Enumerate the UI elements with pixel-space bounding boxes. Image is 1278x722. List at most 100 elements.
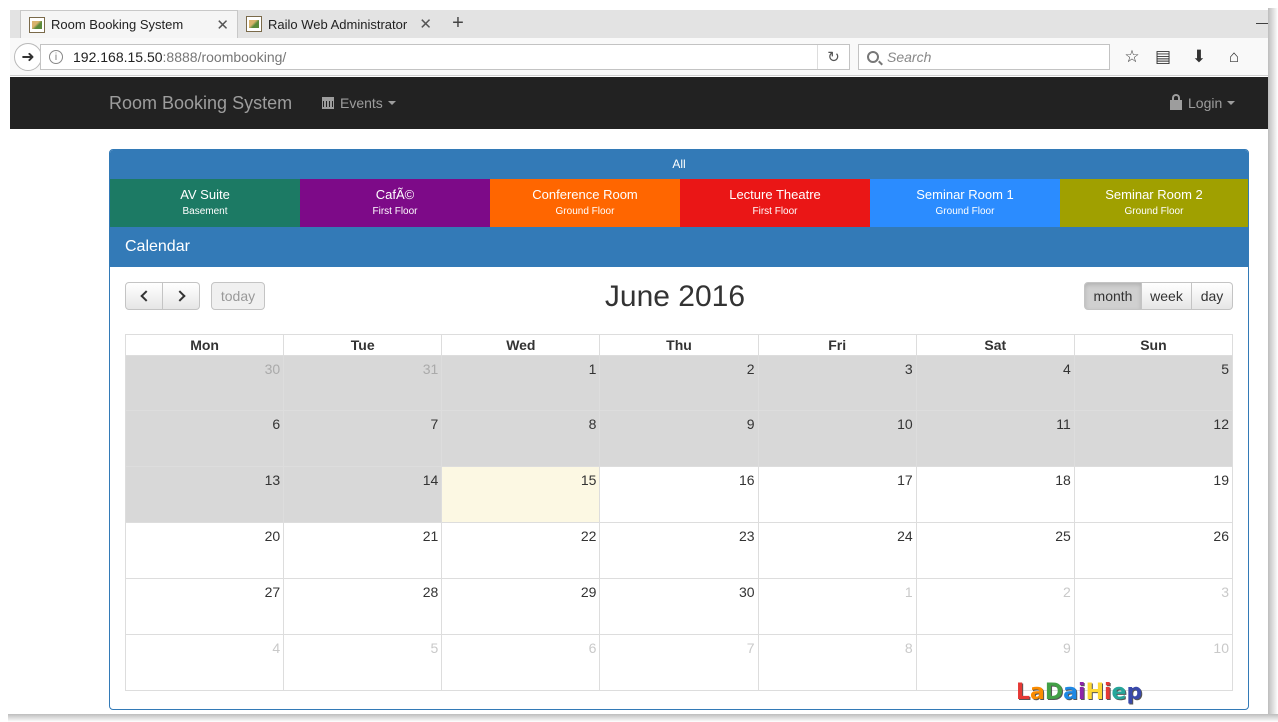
info-icon[interactable]: i: [49, 50, 63, 64]
day-cell[interactable]: 6: [126, 411, 285, 466]
day-of-week-label: Fri: [757, 335, 916, 355]
url-bar[interactable]: i 192.168.15.50:8888/roombooking/ ↻: [40, 44, 850, 70]
day-cell[interactable]: 14: [284, 467, 443, 522]
day-number: 16: [738, 472, 755, 488]
bookmark-star-icon[interactable]: ☆: [1122, 47, 1142, 67]
day-cell[interactable]: 2: [917, 579, 1075, 634]
day-number: 10: [1213, 640, 1229, 656]
week-row: 27 28 29 30 1 2 3: [125, 579, 1233, 635]
day-cell[interactable]: 18: [917, 467, 1075, 522]
watermark-letter: i: [1078, 680, 1086, 705]
watermark-letter: a: [1030, 680, 1045, 705]
day-cell[interactable]: 4: [916, 356, 1075, 410]
day-cell[interactable]: 16: [600, 467, 759, 522]
watermark-letter: p: [1126, 680, 1143, 705]
day-cell[interactable]: 17: [759, 467, 917, 522]
room-filter-item[interactable]: CafÃ© First Floor: [300, 179, 490, 227]
day-cell[interactable]: 12: [1074, 411, 1233, 466]
day-cell[interactable]: 29: [442, 579, 601, 634]
close-tab-icon[interactable]: ✕: [216, 16, 229, 34]
day-cell[interactable]: 30: [600, 579, 759, 634]
day-cell[interactable]: 3: [1075, 579, 1233, 634]
day-number: 10: [897, 416, 913, 432]
filter-all-rooms[interactable]: All: [110, 150, 1248, 179]
browser-toolbar: ➜ i 192.168.15.50:8888/roombooking/ ↻ Se…: [10, 38, 1268, 76]
day-number: 7: [746, 640, 755, 656]
day-cell[interactable]: 30: [126, 356, 285, 410]
room-floor: First Floor: [752, 206, 798, 217]
day-cell[interactable]: 4: [126, 635, 285, 690]
room-name: AV Suite: [180, 187, 230, 202]
day-cell[interactable]: 1: [759, 579, 917, 634]
day-cell[interactable]: 27: [126, 579, 285, 634]
day-cell[interactable]: 28: [284, 579, 443, 634]
room-filter-item[interactable]: Seminar Room 1 Ground Floor: [870, 179, 1060, 227]
day-cell[interactable]: 2: [600, 356, 759, 410]
day-number: 31: [422, 361, 439, 377]
view-day-button[interactable]: day: [1192, 282, 1233, 310]
day-cell[interactable]: 10: [758, 411, 917, 466]
day-cell[interactable]: 8: [759, 635, 917, 690]
day-cell[interactable]: 22: [442, 523, 601, 578]
login-label: Login: [1188, 95, 1223, 111]
week-row: 30 31 1 2 3 4 5: [125, 355, 1233, 411]
day-cell[interactable]: 13: [126, 467, 285, 522]
day-cell[interactable]: 5: [1074, 356, 1233, 410]
day-of-week-label: Thu: [599, 335, 757, 355]
day-cell[interactable]: 25: [917, 523, 1075, 578]
day-number: 4: [1063, 361, 1071, 377]
frame-shadow: [1268, 8, 1278, 722]
download-icon[interactable]: ⬇: [1189, 47, 1209, 67]
reading-list-icon[interactable]: ▤: [1153, 47, 1173, 67]
day-cell[interactable]: 3: [758, 356, 917, 410]
day-of-week-header: Mon Tue Wed Thu Fri Sat Sun: [125, 334, 1233, 355]
day-cell[interactable]: 11: [916, 411, 1075, 466]
room-filter-item[interactable]: Lecture Theatre First Floor: [680, 179, 870, 227]
day-cell[interactable]: 6: [442, 635, 601, 690]
day-number: 28: [422, 584, 439, 600]
day-cell[interactable]: 19: [1075, 467, 1233, 522]
navbar-brand[interactable]: Room Booking System: [109, 93, 292, 114]
day-cell[interactable]: 8: [442, 411, 601, 466]
day-cell[interactable]: 21: [284, 523, 443, 578]
browser-tab-room-booking[interactable]: Room Booking System ✕: [20, 10, 238, 38]
room-name: CafÃ©: [375, 187, 415, 202]
room-floor: Ground Floor: [935, 206, 995, 217]
view-week-button[interactable]: week: [1142, 282, 1192, 310]
close-tab-icon[interactable]: ✕: [419, 15, 432, 33]
day-cell[interactable]: 9: [600, 411, 759, 466]
room-filter-item[interactable]: Conference Room Ground Floor: [490, 179, 680, 227]
day-cell[interactable]: 1: [442, 356, 601, 410]
calendar-title: June 2016: [604, 280, 746, 313]
day-number: 20: [264, 528, 281, 544]
day-number: 17: [897, 472, 913, 488]
day-cell[interactable]: 7: [600, 635, 759, 690]
day-cell[interactable]: 31: [284, 356, 443, 410]
search-input[interactable]: Search: [858, 44, 1110, 70]
day-cell[interactable]: 20: [126, 523, 285, 578]
day-of-week-label: Sun: [1073, 335, 1232, 355]
panel-heading: Calendar: [110, 227, 1248, 267]
login-dropdown[interactable]: Login: [1170, 93, 1236, 111]
week-row: 13 14 15 16 17 18 19: [125, 467, 1233, 523]
day-cell[interactable]: 26: [1075, 523, 1233, 578]
view-month-button[interactable]: month: [1084, 282, 1142, 310]
day-cell-today[interactable]: 15: [442, 467, 601, 522]
day-cell[interactable]: 23: [600, 523, 759, 578]
search-placeholder: Search: [887, 49, 932, 65]
back-button[interactable]: ➜: [14, 43, 42, 71]
day-number: 3: [1221, 584, 1229, 600]
day-cell[interactable]: 24: [759, 523, 917, 578]
day-cell[interactable]: 7: [284, 411, 443, 466]
room-name: Conference Room: [532, 187, 638, 202]
browser-tab-railo[interactable]: Railo Web Administrator ✕: [238, 10, 440, 38]
new-tab-button[interactable]: +: [446, 12, 470, 35]
home-icon[interactable]: ⌂: [1224, 47, 1244, 67]
room-filter-item[interactable]: AV Suite Basement: [110, 179, 300, 227]
reload-icon[interactable]: ↻: [817, 45, 849, 69]
events-dropdown[interactable]: Events: [322, 95, 396, 111]
room-filter-item[interactable]: Seminar Room 2 Ground Floor: [1060, 179, 1248, 227]
day-cell[interactable]: 5: [284, 635, 443, 690]
day-number: 9: [1063, 640, 1071, 656]
day-number: 14: [422, 472, 439, 488]
